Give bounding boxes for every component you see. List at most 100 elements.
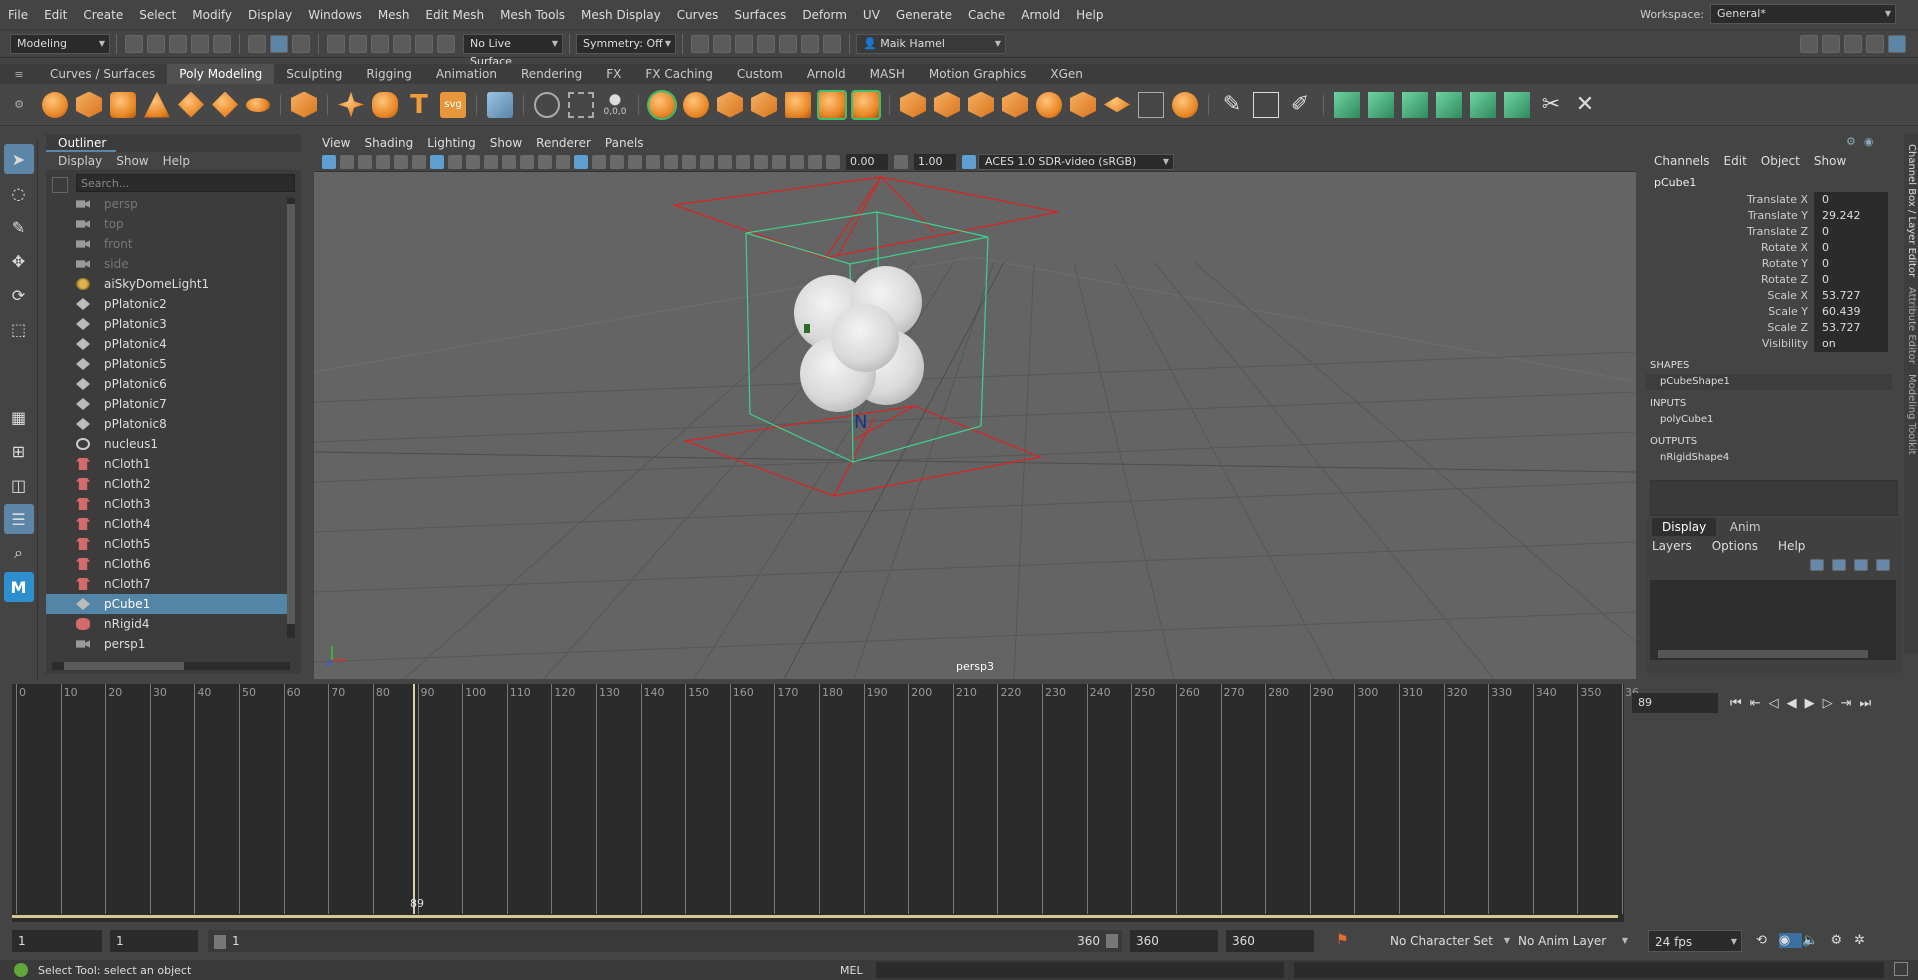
menu-edit[interactable]: Edit	[36, 0, 75, 30]
uv-auto-icon[interactable]	[1368, 91, 1394, 118]
menu-mesh[interactable]: Mesh	[370, 0, 418, 30]
outliner-search-input[interactable]: Search...	[76, 174, 295, 192]
animation-end-field[interactable]: 360	[1226, 930, 1314, 952]
maya-logo-icon[interactable]: M	[3, 572, 34, 602]
safe-title-icon[interactable]	[538, 154, 552, 169]
outliner-item-pplatonic8[interactable]: pPlatonic8	[46, 414, 294, 434]
zoom-icon[interactable]: ⌕	[4, 538, 34, 568]
menu-modify[interactable]: Modify	[184, 0, 240, 30]
extrude-icon[interactable]	[900, 91, 926, 118]
outliner-item-front[interactable]: front	[46, 234, 294, 254]
grid-toggle-icon[interactable]	[430, 154, 444, 169]
bookmarks-icon[interactable]	[358, 154, 372, 169]
combine-icon[interactable]	[647, 89, 677, 120]
menu-deform[interactable]: Deform	[794, 0, 855, 30]
snap-view-plane-icon[interactable]	[415, 34, 433, 53]
outliner-item-ncloth7[interactable]: nCloth7	[46, 574, 294, 594]
attr-value[interactable]: 0	[1814, 272, 1888, 288]
smooth-shade-icon[interactable]	[574, 154, 588, 169]
persp-outliner-icon[interactable]: ◫	[4, 470, 34, 500]
output-node[interactable]: nRigidShape4	[1646, 450, 1892, 466]
playback-start-field[interactable]: 1	[110, 930, 198, 952]
gamma-icon[interactable]	[894, 154, 908, 169]
viewport-scene[interactable]: N persp3	[313, 172, 1637, 680]
render-view-icon[interactable]	[713, 34, 731, 53]
outliner-item-pplatonic6[interactable]: pPlatonic6	[46, 374, 294, 394]
rotate-tool-icon[interactable]: ⟳	[4, 280, 34, 310]
menu-mesh-display[interactable]: Mesh Display	[573, 0, 669, 30]
loop-icon[interactable]: ⟲	[1756, 933, 1779, 948]
go-to-start-icon[interactable]: ⏮	[1730, 696, 1750, 711]
animation-start-field[interactable]: 1	[12, 930, 102, 952]
channel-menu-object[interactable]: Object	[1761, 148, 1800, 174]
menu-help[interactable]: Help	[1068, 0, 1111, 30]
shelf-tab-arnold[interactable]: Arnold	[795, 64, 858, 84]
symmetry-dropdown[interactable]: Symmetry: Off	[576, 33, 676, 54]
channel-box-icon-a[interactable]: ⚙	[1846, 135, 1856, 148]
new-layer-selected-icon[interactable]	[1876, 559, 1890, 571]
resolution-gate-icon[interactable]	[466, 154, 480, 169]
shelf-tab-sculpting[interactable]: Sculpting	[274, 64, 354, 84]
shelf-tab-rendering[interactable]: Rendering	[509, 64, 594, 84]
poly-soccer-ball-icon[interactable]	[291, 91, 317, 118]
textured-icon[interactable]	[628, 154, 642, 169]
shelf-tab-custom[interactable]: Custom	[725, 64, 795, 84]
freeze-transform-icon[interactable]	[568, 91, 594, 118]
depth-of-field-icon[interactable]	[736, 154, 750, 169]
poly-sphere-icon[interactable]	[42, 91, 68, 118]
menu-uv[interactable]: UV	[855, 0, 888, 30]
script-editor-icon[interactable]	[1894, 962, 1908, 976]
shelf-tab-rigging[interactable]: Rigging	[354, 64, 423, 84]
insert-edge-loop-icon[interactable]	[1253, 91, 1279, 118]
attr-value[interactable]: 60.439	[1814, 304, 1888, 320]
poly-pyramid-icon[interactable]	[212, 91, 238, 118]
outliner-item-ncloth4[interactable]: nCloth4	[46, 514, 294, 534]
tab-anim-layers[interactable]: Anim	[1720, 518, 1771, 536]
snap-point-icon[interactable]	[371, 34, 389, 53]
mirror-icon[interactable]	[785, 91, 811, 118]
view-transform-dropdown[interactable]: ACES 1.0 SDR-video (sRGB)	[978, 153, 1174, 170]
arnold-render-icon[interactable]	[801, 34, 819, 53]
exposure-icon[interactable]	[826, 154, 840, 169]
current-frame-marker[interactable]	[413, 684, 416, 914]
pause-icon[interactable]	[823, 34, 841, 53]
channel-menu-channels[interactable]: Channels	[1654, 148, 1710, 174]
modeling-toolkit-icon[interactable]	[1800, 34, 1818, 53]
select-by-hierarchy-icon[interactable]	[248, 34, 266, 53]
menu-file[interactable]: File	[0, 0, 36, 30]
remesh-icon[interactable]	[851, 89, 881, 120]
outliner-menu-show[interactable]: Show	[116, 152, 148, 170]
layer-menu-options[interactable]: Options	[1712, 539, 1758, 553]
center-pivot-icon[interactable]	[534, 91, 560, 118]
playback-end-field[interactable]: 360	[1130, 930, 1218, 952]
attr-value[interactable]: 53.727	[1814, 288, 1888, 304]
outliner-item-ncloth2[interactable]: nCloth2	[46, 474, 294, 494]
attr-value[interactable]: 0	[1814, 240, 1888, 256]
outliner-item-persp[interactable]: persp	[46, 194, 294, 214]
shelf-menu-icon[interactable]: ≡	[0, 68, 38, 81]
sweep-mesh-icon[interactable]	[372, 91, 398, 118]
outliner-item-pcube1[interactable]: pCube1	[46, 594, 294, 614]
uv-spherical-icon[interactable]	[1436, 91, 1462, 118]
play-backwards-icon[interactable]: ◀	[1787, 696, 1805, 711]
mel-label[interactable]: MEL	[840, 964, 863, 977]
viewport-menu-renderer[interactable]: Renderer	[536, 134, 591, 152]
tab-display-layers[interactable]: Display	[1652, 518, 1717, 536]
xray-active-icon[interactable]	[790, 154, 804, 169]
move-tool-icon[interactable]: ✥	[4, 246, 34, 276]
quad-draw-icon[interactable]: ✐	[1287, 92, 1313, 118]
outliner-filter-icon[interactable]	[52, 177, 68, 193]
outliner-item-persp1[interactable]: persp1	[46, 634, 294, 654]
uv-unfold-icon[interactable]	[1470, 91, 1496, 118]
anim-prefs-icon[interactable]: ⚙	[1830, 933, 1854, 948]
menu-edit-mesh[interactable]: Edit Mesh	[417, 0, 492, 30]
step-back-frame-icon[interactable]: ◁	[1769, 696, 1787, 711]
use-all-lights-icon[interactable]	[646, 154, 660, 169]
save-scene-icon[interactable]	[169, 34, 187, 53]
cache-playback-icon[interactable]: ◉	[1778, 933, 1803, 948]
super-shape-icon[interactable]	[338, 91, 364, 118]
shelf-tab-mash[interactable]: MASH	[858, 64, 917, 84]
attr-value[interactable]: 0	[1814, 256, 1888, 272]
outliner-item-nrigid4[interactable]: nRigid4	[46, 614, 294, 634]
layer-hscrollbar[interactable]	[1658, 650, 1868, 658]
